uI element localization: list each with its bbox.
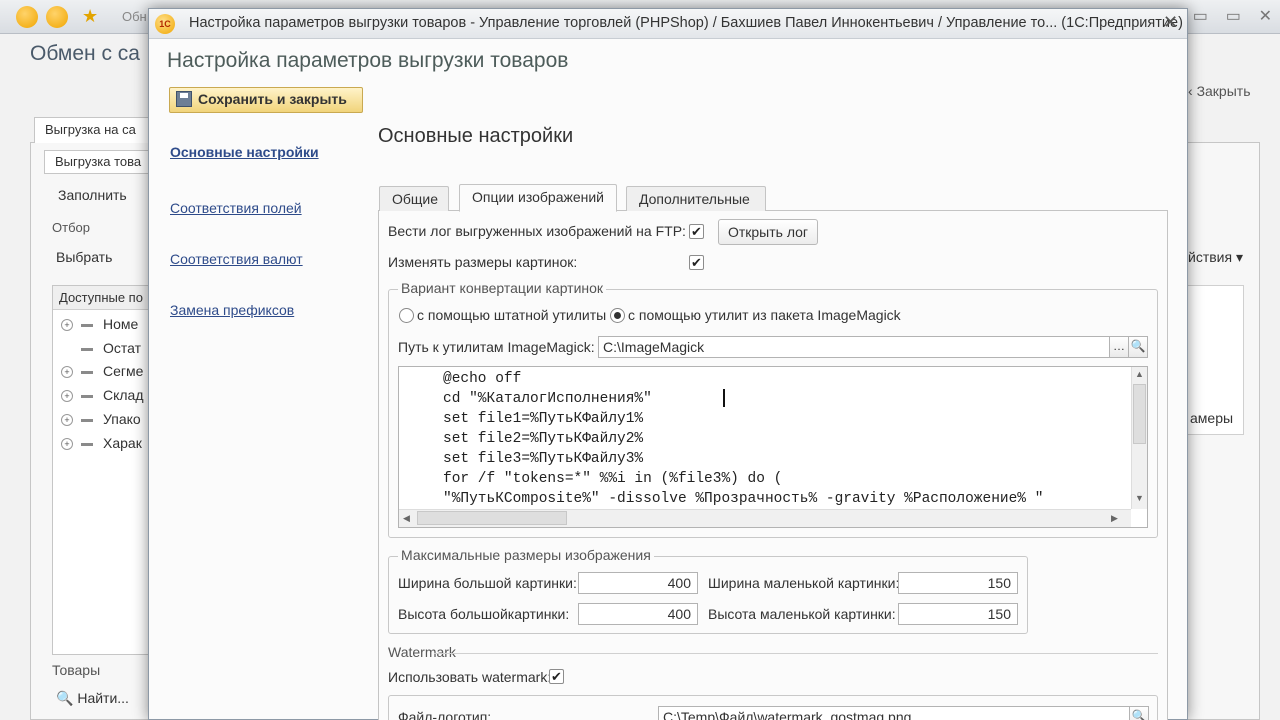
- horizontal-scrollbar[interactable]: ◀ ▶: [399, 509, 1131, 527]
- scroll-right-icon[interactable]: ▶: [1111, 513, 1118, 524]
- list-item[interactable]: + Номе: [61, 316, 138, 332]
- app-logo-icon[interactable]: [16, 6, 38, 28]
- background-close-label: Закрыть: [1196, 83, 1251, 99]
- resize-images-checkbox[interactable]: ✔: [689, 255, 704, 270]
- expand-icon[interactable]: +: [61, 390, 73, 403]
- 1c-logo-icon: 1С: [155, 14, 175, 34]
- expand-icon[interactable]: +: [61, 438, 73, 451]
- imagemagick-path-label: Путь к утилитам ImageMagick:: [398, 339, 595, 355]
- field-icon: [81, 394, 93, 398]
- watermark-section-title: Watermark: [388, 644, 456, 660]
- dialog-heading: Настройка параметров выгрузки товаров: [167, 49, 569, 72]
- radio-builtin-label[interactable]: с помощью штатной утилиты: [417, 307, 606, 323]
- expand-icon[interactable]: +: [61, 319, 73, 332]
- conversion-group-title: Вариант конвертации картинок: [398, 280, 607, 296]
- background-filter-label: Отбор: [52, 220, 90, 235]
- favorites-star-icon[interactable]: ★: [82, 6, 98, 27]
- list-item[interactable]: + Харак: [61, 435, 142, 451]
- search-icon[interactable]: 🔍: [1128, 336, 1148, 358]
- big-height-field[interactable]: 400: [578, 603, 698, 625]
- background-goods-label: Товары: [52, 662, 101, 678]
- small-width-field[interactable]: 150: [898, 572, 1018, 594]
- vertical-scroll-thumb[interactable]: [1133, 384, 1146, 444]
- big-width-field[interactable]: 400: [578, 572, 698, 594]
- field-icon: [81, 370, 93, 374]
- big-width-label: Ширина большой картинки:: [398, 575, 577, 591]
- background-actions-menu[interactable]: йствия ▾: [1188, 249, 1243, 266]
- background-find-button[interactable]: 🔍 Найти...: [56, 690, 129, 707]
- section-title: Основные настройки: [378, 125, 574, 147]
- field-icon: [81, 323, 93, 327]
- small-height-field[interactable]: 150: [898, 603, 1018, 625]
- nav-field-mapping[interactable]: Соответствия полей: [170, 200, 302, 216]
- open-log-button[interactable]: Открыть лог: [718, 219, 818, 245]
- search-icon: 🔍: [56, 690, 74, 706]
- background-window-title: Обн: [122, 9, 147, 24]
- nav-prefix-replacement[interactable]: Замена префиксов: [170, 302, 294, 318]
- background-close-button[interactable]: ‹ Закрыть: [1188, 83, 1250, 99]
- use-watermark-label: Использовать watermark:: [388, 669, 552, 685]
- max-sizes-group-title: Максимальные размеры изображения: [398, 547, 654, 563]
- radio-imagemagick-label[interactable]: с помощью утилит из пакета ImageMagick: [628, 307, 901, 323]
- tab-image-options[interactable]: Опции изображений: [459, 184, 617, 212]
- resize-images-label: Изменять размеры картинок:: [388, 254, 578, 270]
- window-controls[interactable]: ▭ ▭ ✕: [1193, 6, 1272, 26]
- horizontal-scroll-thumb[interactable]: [417, 511, 567, 525]
- save-disk-icon: [176, 91, 192, 107]
- settings-dialog: 1С Настройка параметров выгрузки товаров…: [148, 8, 1188, 720]
- save-and-close-label: Сохранить и закрыть: [198, 91, 347, 107]
- scroll-left-icon[interactable]: ◀: [403, 513, 410, 524]
- field-icon: [81, 418, 93, 422]
- background-right-cell: амеры: [1190, 410, 1234, 426]
- script-text[interactable]: @echo off cd "%КаталогИсполнения%" set fil…: [443, 369, 1043, 509]
- scroll-up-icon[interactable]: ▲: [1135, 369, 1144, 379]
- list-item[interactable]: + Склад: [61, 387, 144, 403]
- field-icon: [81, 442, 93, 446]
- small-width-label: Ширина маленькой картинки:: [708, 575, 900, 591]
- imagemagick-path-field[interactable]: C:\ImageMagick: [598, 336, 1110, 358]
- radio-imagemagick[interactable]: [610, 308, 625, 323]
- text-caret: [723, 389, 725, 407]
- list-item[interactable]: + Сегме: [61, 363, 143, 379]
- expand-icon[interactable]: +: [61, 366, 73, 379]
- close-icon[interactable]: ✕: [1163, 12, 1178, 33]
- list-item[interactable]: + Упако: [61, 411, 141, 427]
- dialog-window-title: Настройка параметров выгрузки товаров - …: [189, 15, 1183, 31]
- browse-ellipsis-icon[interactable]: …: [1109, 336, 1129, 358]
- small-height-label: Высота маленькой картинки:: [708, 606, 896, 622]
- main-menu-icon[interactable]: [46, 6, 68, 28]
- dialog-titlebar: 1С Настройка параметров выгрузки товаров…: [149, 9, 1187, 39]
- background-form-title: Обмен с са: [30, 42, 140, 65]
- nav-currency-mapping[interactable]: Соответствия валют: [170, 251, 303, 267]
- logo-file-field[interactable]: C:\Temp\Файл\watermark_gostmag.png: [658, 706, 1130, 720]
- script-editor[interactable]: @echo off cd "%КаталогИсполнения%" set fil…: [398, 366, 1148, 528]
- search-icon[interactable]: 🔍: [1129, 706, 1149, 720]
- scroll-down-icon[interactable]: ▼: [1135, 493, 1144, 503]
- use-watermark-checkbox[interactable]: ✔: [549, 669, 564, 684]
- tab-general[interactable]: Общие: [379, 186, 449, 211]
- logo-file-label: Файл-логотип:: [398, 709, 492, 720]
- field-icon: [81, 347, 93, 351]
- list-item[interactable]: Остат: [61, 340, 141, 356]
- save-and-close-button[interactable]: Сохранить и закрыть: [169, 87, 363, 113]
- background-select-button[interactable]: Выбрать: [56, 249, 112, 265]
- nav-main-settings[interactable]: Основные настройки: [170, 144, 319, 160]
- expand-icon[interactable]: +: [61, 414, 73, 427]
- vertical-scrollbar[interactable]: ▲ ▼: [1131, 367, 1147, 509]
- watermark-divider: [434, 653, 1158, 654]
- radio-builtin-utility[interactable]: [399, 308, 414, 323]
- ftp-log-checkbox[interactable]: ✔: [689, 224, 704, 239]
- tab-additional[interactable]: Дополнительные: [626, 186, 766, 211]
- ftp-log-label: Вести лог выгруженных изображений на FTP…: [388, 223, 686, 239]
- big-height-label: Высота большойкартинки:: [398, 606, 570, 622]
- background-fill-button[interactable]: Заполнить: [52, 185, 133, 205]
